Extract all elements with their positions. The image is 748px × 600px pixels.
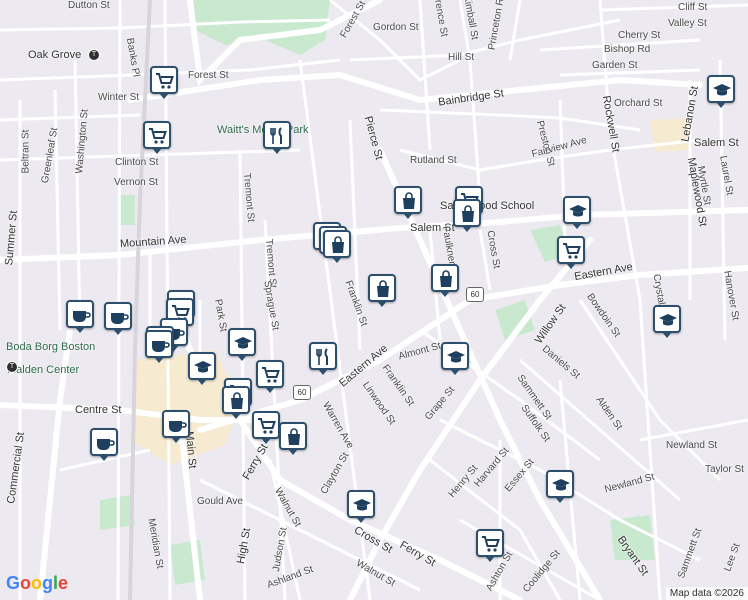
street-label: Rutland St xyxy=(410,155,457,166)
map-marker-school[interactable] xyxy=(188,352,216,385)
grocery-icon xyxy=(258,418,276,434)
school-icon xyxy=(659,314,677,326)
school-icon xyxy=(552,479,570,491)
map-marker-cafe[interactable] xyxy=(145,330,173,363)
map-marker-shopping[interactable] xyxy=(368,274,396,307)
station-label: Oak Grove xyxy=(28,49,82,61)
map-marker-fastfood[interactable] xyxy=(263,121,291,154)
map-marker-school[interactable] xyxy=(546,470,574,503)
map-marker-cafe[interactable] xyxy=(162,410,190,443)
map-marker-school[interactable] xyxy=(653,305,681,338)
transit-station-icon[interactable]: T xyxy=(6,361,18,373)
street-label: Bishop Rd xyxy=(604,44,651,55)
shopping-icon xyxy=(440,270,452,287)
street-label: Forest St xyxy=(188,70,229,81)
grocery-icon xyxy=(262,367,280,383)
fastfood-icon xyxy=(316,348,328,365)
shopping-icon xyxy=(377,280,389,297)
street-label: Salem St xyxy=(694,137,739,149)
map-marker-cafe[interactable] xyxy=(90,428,118,461)
map-marker-shopping[interactable] xyxy=(323,230,351,263)
map-marker-cafe[interactable] xyxy=(104,302,132,335)
school-icon xyxy=(194,361,212,373)
grocery-icon xyxy=(149,128,167,144)
school-icon xyxy=(713,84,731,96)
map-marker-school[interactable] xyxy=(563,196,591,229)
map-marker-grocery[interactable] xyxy=(557,236,585,269)
place-label: Boda Borg Boston xyxy=(6,341,96,353)
shopping-icon xyxy=(332,236,344,253)
street-label: Beltran St xyxy=(20,129,32,174)
map-marker-grocery[interactable] xyxy=(143,121,171,154)
street-label: Cliff St xyxy=(678,2,708,13)
street-label: Taylor St xyxy=(705,464,744,475)
map-attribution[interactable]: Map data ©2026 xyxy=(665,587,748,600)
street-label: Gould Ave xyxy=(197,496,243,507)
park-area xyxy=(120,195,135,225)
transit-station-icon[interactable]: T xyxy=(88,49,100,61)
street-label: Newland St xyxy=(666,440,718,451)
cafe-icon xyxy=(111,313,129,324)
street-label: Hill St xyxy=(448,52,475,63)
map-marker-shopping[interactable] xyxy=(279,422,307,455)
street-label: Centre St xyxy=(75,404,122,416)
shopping-icon xyxy=(403,192,415,209)
school-icon xyxy=(234,337,252,349)
street-label: Orchard St xyxy=(614,98,663,109)
map-marker-school[interactable] xyxy=(228,328,256,361)
school-icon xyxy=(569,205,587,217)
route-shield: 60 xyxy=(466,287,484,302)
map-canvas[interactable]: Dutton St Oak Grove Banks Pl Forest St W… xyxy=(0,0,748,600)
map-marker-school[interactable] xyxy=(441,342,469,375)
street-label: Clinton St xyxy=(115,157,159,168)
map-marker-shopping[interactable] xyxy=(394,186,422,219)
map-marker-grocery[interactable] xyxy=(476,529,504,562)
street-label: Cherry St xyxy=(618,30,661,41)
street-label: Dutton St xyxy=(68,0,110,11)
fastfood-icon xyxy=(270,127,282,144)
cafe-icon xyxy=(169,421,187,432)
map-marker-grocery[interactable] xyxy=(256,360,284,393)
grocery-icon xyxy=(156,73,174,89)
shopping-icon xyxy=(231,392,243,409)
cafe-icon xyxy=(97,439,115,450)
cafe-icon xyxy=(152,341,170,352)
grocery-icon xyxy=(482,536,500,552)
map-marker-school[interactable] xyxy=(707,75,735,108)
map-marker-fastfood[interactable] xyxy=(309,342,337,375)
school-icon xyxy=(353,499,371,511)
map-marker-school[interactable] xyxy=(347,490,375,523)
map-marker-grocery[interactable] xyxy=(150,66,178,99)
school-icon xyxy=(447,351,465,363)
route-shield: 60 xyxy=(293,385,311,400)
map-marker-shopping[interactable] xyxy=(431,264,459,297)
street-label: Gordon St xyxy=(373,22,419,33)
street-label: Valley St xyxy=(668,18,707,29)
map-marker-shopping[interactable] xyxy=(453,199,481,232)
map-marker-grocery[interactable] xyxy=(252,411,280,444)
map-marker-shopping[interactable] xyxy=(222,386,250,419)
street-label: Garden St xyxy=(592,60,638,71)
shopping-icon xyxy=(288,428,300,445)
shopping-icon xyxy=(462,205,474,222)
street-label: Winter St xyxy=(98,92,140,103)
grocery-icon xyxy=(563,243,581,259)
google-logo: Google xyxy=(6,573,69,593)
map-marker-cafe[interactable] xyxy=(66,300,94,333)
street-label: Vernon St xyxy=(114,177,158,188)
cafe-icon xyxy=(73,311,91,322)
